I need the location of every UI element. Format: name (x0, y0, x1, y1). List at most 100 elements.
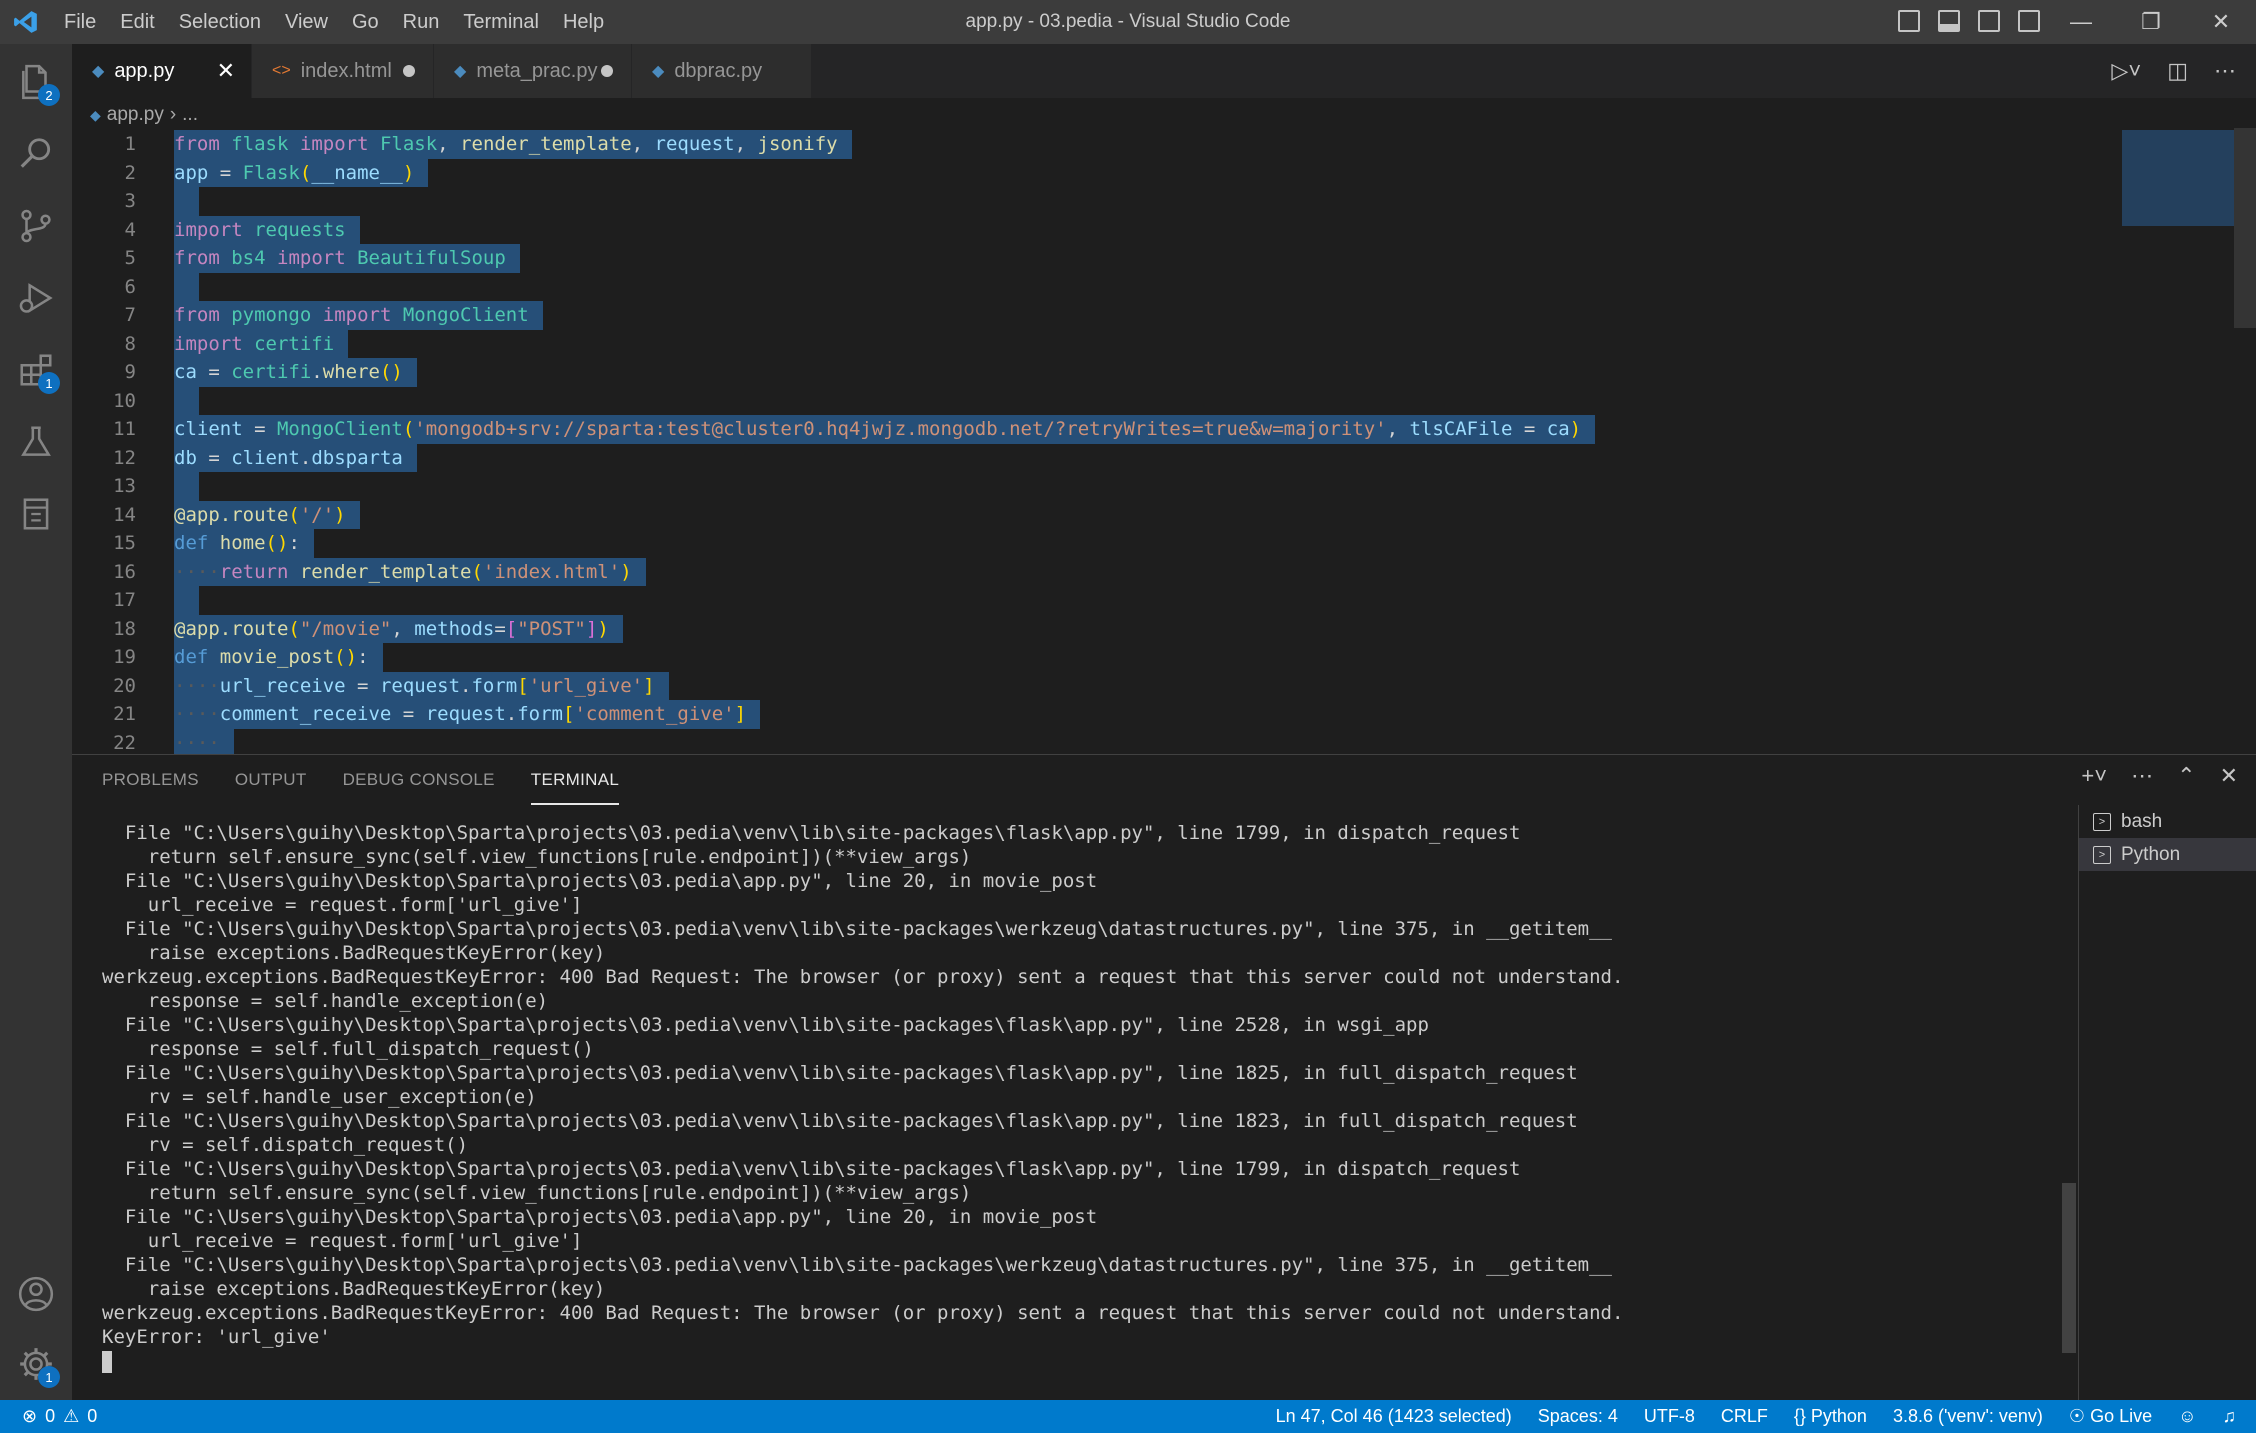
activity-bar: 2 1 1 (0, 44, 72, 1400)
tab-debug-console[interactable]: DEBUG CONSOLE (343, 755, 495, 805)
status-left[interactable]: ⊗ 0 ⚠ 0 (22, 1406, 97, 1427)
breadcrumb-rest[interactable]: ... (182, 104, 198, 126)
explorer-button[interactable]: 2 (0, 46, 72, 118)
line-number: 18 (113, 617, 136, 640)
menu-terminal[interactable]: Terminal (451, 0, 551, 44)
search-button[interactable] (0, 118, 72, 190)
maximize-panel-icon[interactable]: ⌃ (2177, 763, 2195, 789)
flask-icon (21, 426, 51, 456)
code-line: 5 from bs4 import BeautifulSoup (72, 244, 2172, 273)
go-live-button[interactable]: ☉ Go Live (2069, 1406, 2152, 1427)
indentation[interactable]: Spaces: 4 (1538, 1406, 1618, 1427)
notifications-bell-icon[interactable]: ♫ (2223, 1406, 2237, 1427)
remote-explorer-button[interactable] (0, 478, 72, 550)
language-mode[interactable]: {} Python (1794, 1406, 1867, 1427)
more-actions-icon[interactable]: ⋯ (2214, 58, 2236, 84)
source-control-icon (21, 209, 51, 243)
code-line: 2 app = Flask(__name__) (72, 158, 2172, 187)
run-python-file-icon[interactable]: ▷˅ (2111, 58, 2141, 84)
code-line: 14 @app.route('/') (72, 500, 2172, 529)
line-number: 3 (124, 190, 136, 212)
tab-terminal[interactable]: TERMINAL (530, 755, 620, 805)
warning-count: 0 (87, 1406, 98, 1426)
menu-view[interactable]: View (273, 0, 340, 44)
line-number: 22 (113, 731, 136, 754)
split-editor-icon[interactable]: ◫ (2167, 58, 2188, 84)
line-number: 17 (113, 589, 136, 611)
new-terminal-icon[interactable]: +˅ (2081, 763, 2107, 789)
code-editor[interactable]: 1 from flask import Flask, render_templa… (72, 128, 2256, 754)
menu-go[interactable]: Go (340, 0, 391, 44)
minimap[interactable] (2122, 130, 2234, 226)
tab-meta-prac-py[interactable]: ◆ meta_prac.py (434, 44, 632, 98)
terminal-line: rv = self.handle_user_exception(e) (102, 1086, 537, 1108)
minimize-icon[interactable]: — (2046, 0, 2116, 44)
close-window-icon[interactable]: ✕ (2186, 0, 2256, 44)
menu-file[interactable]: File (52, 0, 108, 44)
testing-button[interactable] (0, 406, 72, 478)
terminal-line: File "C:\Users\guihy\Desktop\Sparta\proj… (102, 1206, 1098, 1228)
menu-edit[interactable]: Edit (108, 0, 166, 44)
terminal-line: File "C:\Users\guihy\Desktop\Sparta\proj… (102, 918, 1612, 940)
breadcrumb-separator-icon: › (169, 104, 177, 125)
remote-explorer-icon (23, 498, 49, 530)
line-number: 4 (124, 218, 136, 241)
terminal-output[interactable]: File "C:\Users\guihy\Desktop\Sparta\proj… (102, 821, 2082, 1373)
manage-button[interactable]: 1 (0, 1328, 72, 1400)
code-text: def movie_post(): (174, 643, 383, 672)
code-line: 6 (72, 272, 2172, 301)
terminal-line: KeyError: 'url_give' (102, 1326, 331, 1348)
terminal-line: raise exceptions.BadRequestKeyError(key) (102, 1278, 606, 1300)
line-number: 10 (113, 389, 136, 412)
tab-output[interactable]: OUTPUT (235, 755, 307, 805)
menu-selection[interactable]: Selection (167, 0, 273, 44)
code-text: def home(): (174, 529, 314, 558)
encoding[interactable]: UTF-8 (1644, 1406, 1695, 1427)
code-text: import requests (174, 215, 360, 244)
terminal-instance-bash[interactable]: > bash (2079, 805, 2256, 838)
code-line: 18 @app.route("/movie", methods=["POST"]… (72, 614, 2172, 643)
line-number: 9 (124, 361, 136, 383)
source-control-button[interactable] (0, 190, 72, 262)
close-panel-icon[interactable]: ✕ (2220, 763, 2238, 789)
toggle-panel-icon[interactable] (1938, 10, 1960, 32)
error-count: 0 (45, 1406, 56, 1426)
line-number: 20 (113, 674, 136, 697)
cursor-position[interactable]: Ln 47, Col 46 (1423 selected) (1276, 1406, 1512, 1427)
terminal-icon: > (2093, 812, 2111, 831)
line-number: 15 (113, 532, 136, 554)
tab-app-py[interactable]: ◆ app.py ✕ (72, 44, 252, 98)
terminal-line: File "C:\Users\guihy\Desktop\Sparta\proj… (102, 1014, 1429, 1036)
breadcrumb: ◆ app.py › ... (90, 102, 198, 128)
run-debug-button[interactable] (0, 262, 72, 334)
code-text: import certifi (174, 329, 349, 358)
restore-icon[interactable]: ❐ (2116, 0, 2186, 44)
layout-controls (1898, 10, 2040, 32)
go-live-label: Go Live (2090, 1406, 2153, 1426)
menu-help[interactable]: Help (551, 0, 616, 44)
run-debug-icon (19, 283, 53, 313)
breadcrumb-file[interactable]: app.py (107, 104, 164, 126)
editor-scrollbar[interactable] (2234, 128, 2256, 328)
feedback-icon[interactable]: ☺ (2178, 1406, 2196, 1427)
toggle-secondary-sidebar-icon[interactable] (1978, 10, 2000, 32)
warning-icon: ⚠ (63, 1406, 80, 1426)
python-interpreter[interactable]: 3.8.6 ('venv': venv) (1893, 1406, 2043, 1427)
customize-layout-icon[interactable] (2018, 10, 2040, 32)
menu-run[interactable]: Run (391, 0, 452, 44)
terminal-scrollbar[interactable] (2062, 1183, 2076, 1353)
accounts-button[interactable] (0, 1258, 72, 1330)
unsaved-dot-icon (601, 65, 613, 77)
close-tab-icon[interactable]: ✕ (217, 58, 235, 84)
menu-bar: File Edit Selection View Go Run Terminal… (52, 0, 616, 44)
code-text: @app.route('/') (174, 500, 360, 529)
explorer-badge: 2 (38, 84, 60, 106)
more-actions-icon[interactable]: ⋯ (2131, 763, 2153, 789)
line-endings[interactable]: CRLF (1721, 1406, 1768, 1427)
terminal-instance-python[interactable]: > Python (2079, 838, 2256, 871)
tab-dbprac-py[interactable]: ◆ dbprac.py (632, 44, 812, 98)
tab-index-html[interactable]: <> index.html (252, 44, 434, 98)
toggle-sidebar-icon[interactable] (1898, 10, 1920, 32)
extensions-button[interactable]: 1 (0, 334, 72, 406)
tab-problems[interactable]: PROBLEMS (102, 755, 199, 805)
